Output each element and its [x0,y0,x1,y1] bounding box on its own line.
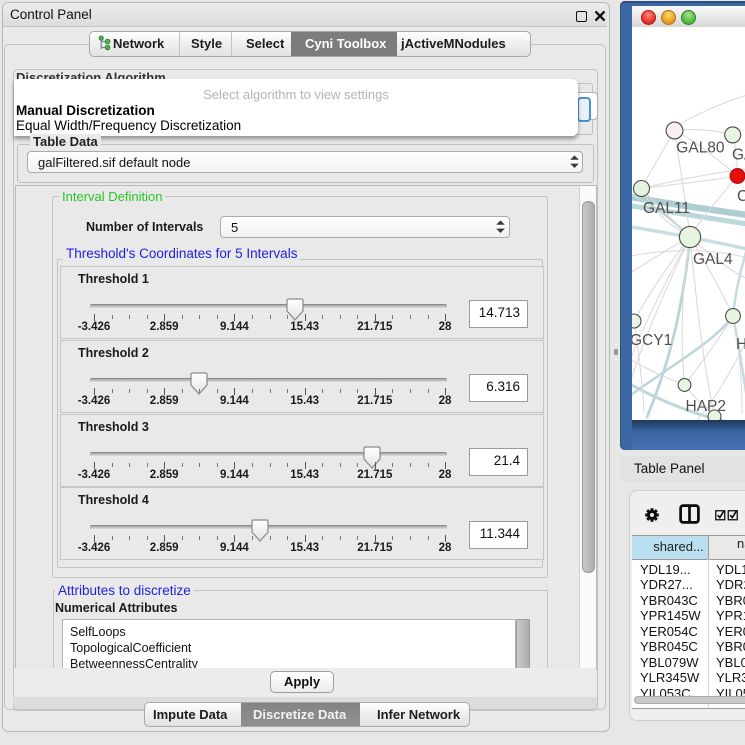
svg-text:GA: GA [732,146,745,163]
svg-text:GAL11: GAL11 [643,200,690,217]
svg-text:C: C [737,188,745,205]
svg-text:H: H [736,336,745,353]
svg-text:HAP2: HAP2 [686,398,727,415]
svg-text:GCY1: GCY1 [632,332,672,349]
svg-text:GAL80: GAL80 [676,140,725,157]
svg-text:GAL4: GAL4 [693,251,733,268]
